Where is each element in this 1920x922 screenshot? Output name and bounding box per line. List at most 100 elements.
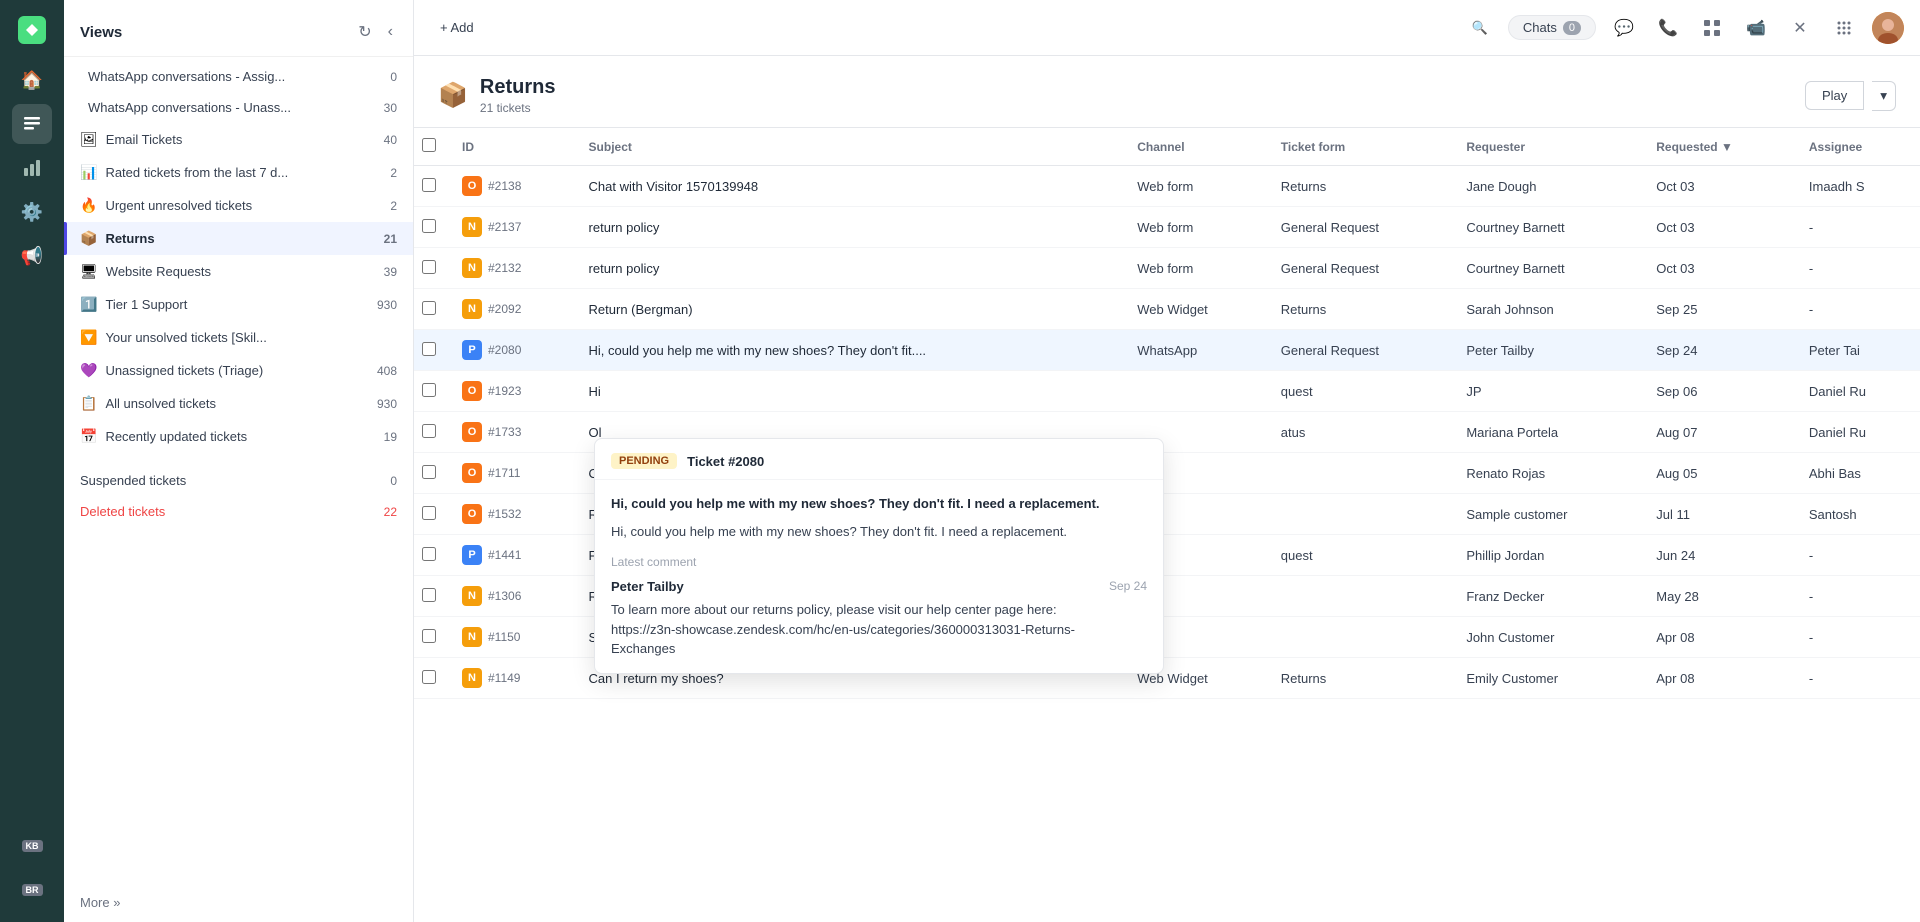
suspended-label: Suspended tickets <box>80 473 386 488</box>
sidebar-item-icon-returns: 📦 <box>80 230 97 247</box>
table-row[interactable]: O #2138 Chat with Visitor 1570139948 Web… <box>414 166 1920 207</box>
sidebar-item-website-requests[interactable]: 🖥Website Requests39 <box>64 255 413 288</box>
select-all-header[interactable] <box>414 128 450 166</box>
row-checkbox-cell[interactable] <box>414 330 450 371</box>
row-checkbox-cell[interactable] <box>414 453 450 494</box>
sidebar-item-icon-your-unsolved: 🔽 <box>80 329 97 346</box>
play-dropdown-button[interactable]: ▾ <box>1872 81 1896 111</box>
row-checkbox[interactable] <box>422 342 436 356</box>
collapse-icon[interactable]: ‹ <box>384 19 397 45</box>
popup-ticket-id: Ticket #2080 <box>687 454 764 469</box>
row-id-cell: O #1733 <box>450 412 577 453</box>
sidebar-item-all-unsolved[interactable]: 📋All unsolved tickets930 <box>64 387 413 420</box>
play-button[interactable]: Play <box>1805 81 1864 110</box>
row-assignee-cell: - <box>1797 289 1920 330</box>
row-checkbox-cell[interactable] <box>414 412 450 453</box>
row-checkbox[interactable] <box>422 547 436 561</box>
sidebar-item-settings[interactable]: ⚙️ <box>12 192 52 232</box>
row-checkbox-cell[interactable] <box>414 289 450 330</box>
sidebar-item-email-tickets[interactable]: 🖼Email Tickets40 <box>64 123 413 156</box>
app-logo[interactable] <box>14 12 50 48</box>
row-requested-cell: Apr 08 <box>1644 658 1797 699</box>
chat-icon-btn[interactable]: 💬 <box>1608 12 1640 44</box>
sidebar-item-count-all-unsolved: 930 <box>377 397 397 411</box>
row-checkbox-cell[interactable] <box>414 248 450 289</box>
deleted-label: Deleted tickets <box>80 504 380 519</box>
ticket-header-left: 📦 Returns 21 tickets <box>438 76 555 115</box>
table-row[interactable]: P #2080 Hi, could you help me with my ne… <box>414 330 1920 371</box>
row-assignee-cell: Santosh <box>1797 494 1920 535</box>
more-button[interactable]: More » <box>64 883 413 922</box>
sidebar-item-your-unsolved[interactable]: 🔽Your unsolved tickets [Skil... <box>64 321 413 354</box>
sidebar-item-urgent-unresolved[interactable]: 🔥Urgent unresolved tickets2 <box>64 189 413 222</box>
row-checkbox-cell[interactable] <box>414 658 450 699</box>
sidebar-item-unassigned-triage[interactable]: 💜Unassigned tickets (Triage)408 <box>64 354 413 387</box>
row-checkbox-cell[interactable] <box>414 576 450 617</box>
row-checkbox[interactable] <box>422 506 436 520</box>
phone-icon-btn[interactable]: 📞 <box>1652 12 1684 44</box>
sidebar-item-count-email-tickets: 40 <box>384 133 397 147</box>
sidebar-item-tickets[interactable] <box>12 104 52 144</box>
row-requested-cell: Aug 05 <box>1644 453 1797 494</box>
ticket-id: #2080 <box>488 343 521 357</box>
table-row[interactable]: N #2132 return policy Web form General R… <box>414 248 1920 289</box>
grid-icon-btn[interactable] <box>1696 12 1728 44</box>
ticket-type-badge: N <box>462 217 482 237</box>
row-checkbox-cell[interactable] <box>414 207 450 248</box>
sidebar-item-rated-tickets[interactable]: 📊Rated tickets from the last 7 d...2 <box>64 156 413 189</box>
apps-icon-btn[interactable] <box>1828 12 1860 44</box>
sidebar-item-whatsapp-unassigned[interactable]: WhatsApp conversations - Unass...30 <box>64 92 413 123</box>
close-icon-btn[interactable]: ✕ <box>1784 12 1816 44</box>
row-checkbox[interactable] <box>422 219 436 233</box>
table-row[interactable]: O #1923 Hi quest JP Sep 06 Daniel Ru <box>414 371 1920 412</box>
sidebar-item-whatsapp-assigned[interactable]: WhatsApp conversations - Assig...0 <box>64 61 413 92</box>
sidebar-item-deleted[interactable]: Deleted tickets22 <box>64 496 413 527</box>
table-row[interactable]: N #2092 Return (Bergman) Web Widget Retu… <box>414 289 1920 330</box>
select-all-checkbox[interactable] <box>422 138 436 152</box>
col-channel: Channel <box>1125 128 1269 166</box>
row-checkbox-cell[interactable] <box>414 494 450 535</box>
row-assignee-cell: - <box>1797 576 1920 617</box>
row-checkbox-cell[interactable] <box>414 166 450 207</box>
row-checkbox[interactable] <box>422 178 436 192</box>
sidebar-item-icon-unassigned-triage: 💜 <box>80 362 97 379</box>
ticket-type-badge: O <box>462 381 482 401</box>
add-button[interactable]: + Add <box>430 14 484 41</box>
row-checkbox[interactable] <box>422 301 436 315</box>
row-channel-cell: Web form <box>1125 166 1269 207</box>
row-checkbox-cell[interactable] <box>414 371 450 412</box>
row-checkbox[interactable] <box>422 424 436 438</box>
sidebar-item-kb[interactable]: KB <box>12 826 52 866</box>
sidebar-item-suspended[interactable]: Suspended tickets0 <box>64 465 413 496</box>
sidebar-item-br[interactable]: BR <box>12 870 52 910</box>
row-checkbox[interactable] <box>422 629 436 643</box>
row-id-cell: N #2137 <box>450 207 577 248</box>
row-checkbox[interactable] <box>422 670 436 684</box>
sidebar-item-tier1-support[interactable]: 1️⃣Tier 1 Support930 <box>64 288 413 321</box>
sidebar-item-announce[interactable]: 📢 <box>12 236 52 276</box>
table-row[interactable]: N #2137 return policy Web form General R… <box>414 207 1920 248</box>
video-icon-btn[interactable]: 📹 <box>1740 12 1772 44</box>
row-checkbox[interactable] <box>422 260 436 274</box>
search-button[interactable]: 🔍 <box>1464 12 1496 44</box>
refresh-icon[interactable]: ↻ <box>354 18 375 46</box>
row-form-cell: Returns <box>1269 166 1455 207</box>
col-requested[interactable]: Requested ▼ <box>1644 128 1797 166</box>
row-requester-cell: Courtney Barnett <box>1454 248 1644 289</box>
ticket-id: #2137 <box>488 220 521 234</box>
row-requester-cell: Sarah Johnson <box>1454 289 1644 330</box>
sidebar-item-count-rated-tickets: 2 <box>390 166 397 180</box>
sidebar-item-returns[interactable]: 📦Returns21 <box>64 222 413 255</box>
row-checkbox-cell[interactable] <box>414 617 450 658</box>
row-checkbox[interactable] <box>422 383 436 397</box>
row-checkbox[interactable] <box>422 588 436 602</box>
row-checkbox[interactable] <box>422 465 436 479</box>
ticket-id: #1306 <box>488 589 521 603</box>
sidebar-item-chart[interactable] <box>12 148 52 188</box>
sidebar-item-recently-updated[interactable]: 📅Recently updated tickets19 <box>64 420 413 453</box>
sidebar-item-home[interactable]: 🏠 <box>12 60 52 100</box>
chats-badge[interactable]: Chats 0 <box>1508 15 1596 40</box>
row-checkbox-cell[interactable] <box>414 535 450 576</box>
table-header-row: ID Subject Channel Ticket form Requester… <box>414 128 1920 166</box>
user-avatar[interactable] <box>1872 12 1904 44</box>
